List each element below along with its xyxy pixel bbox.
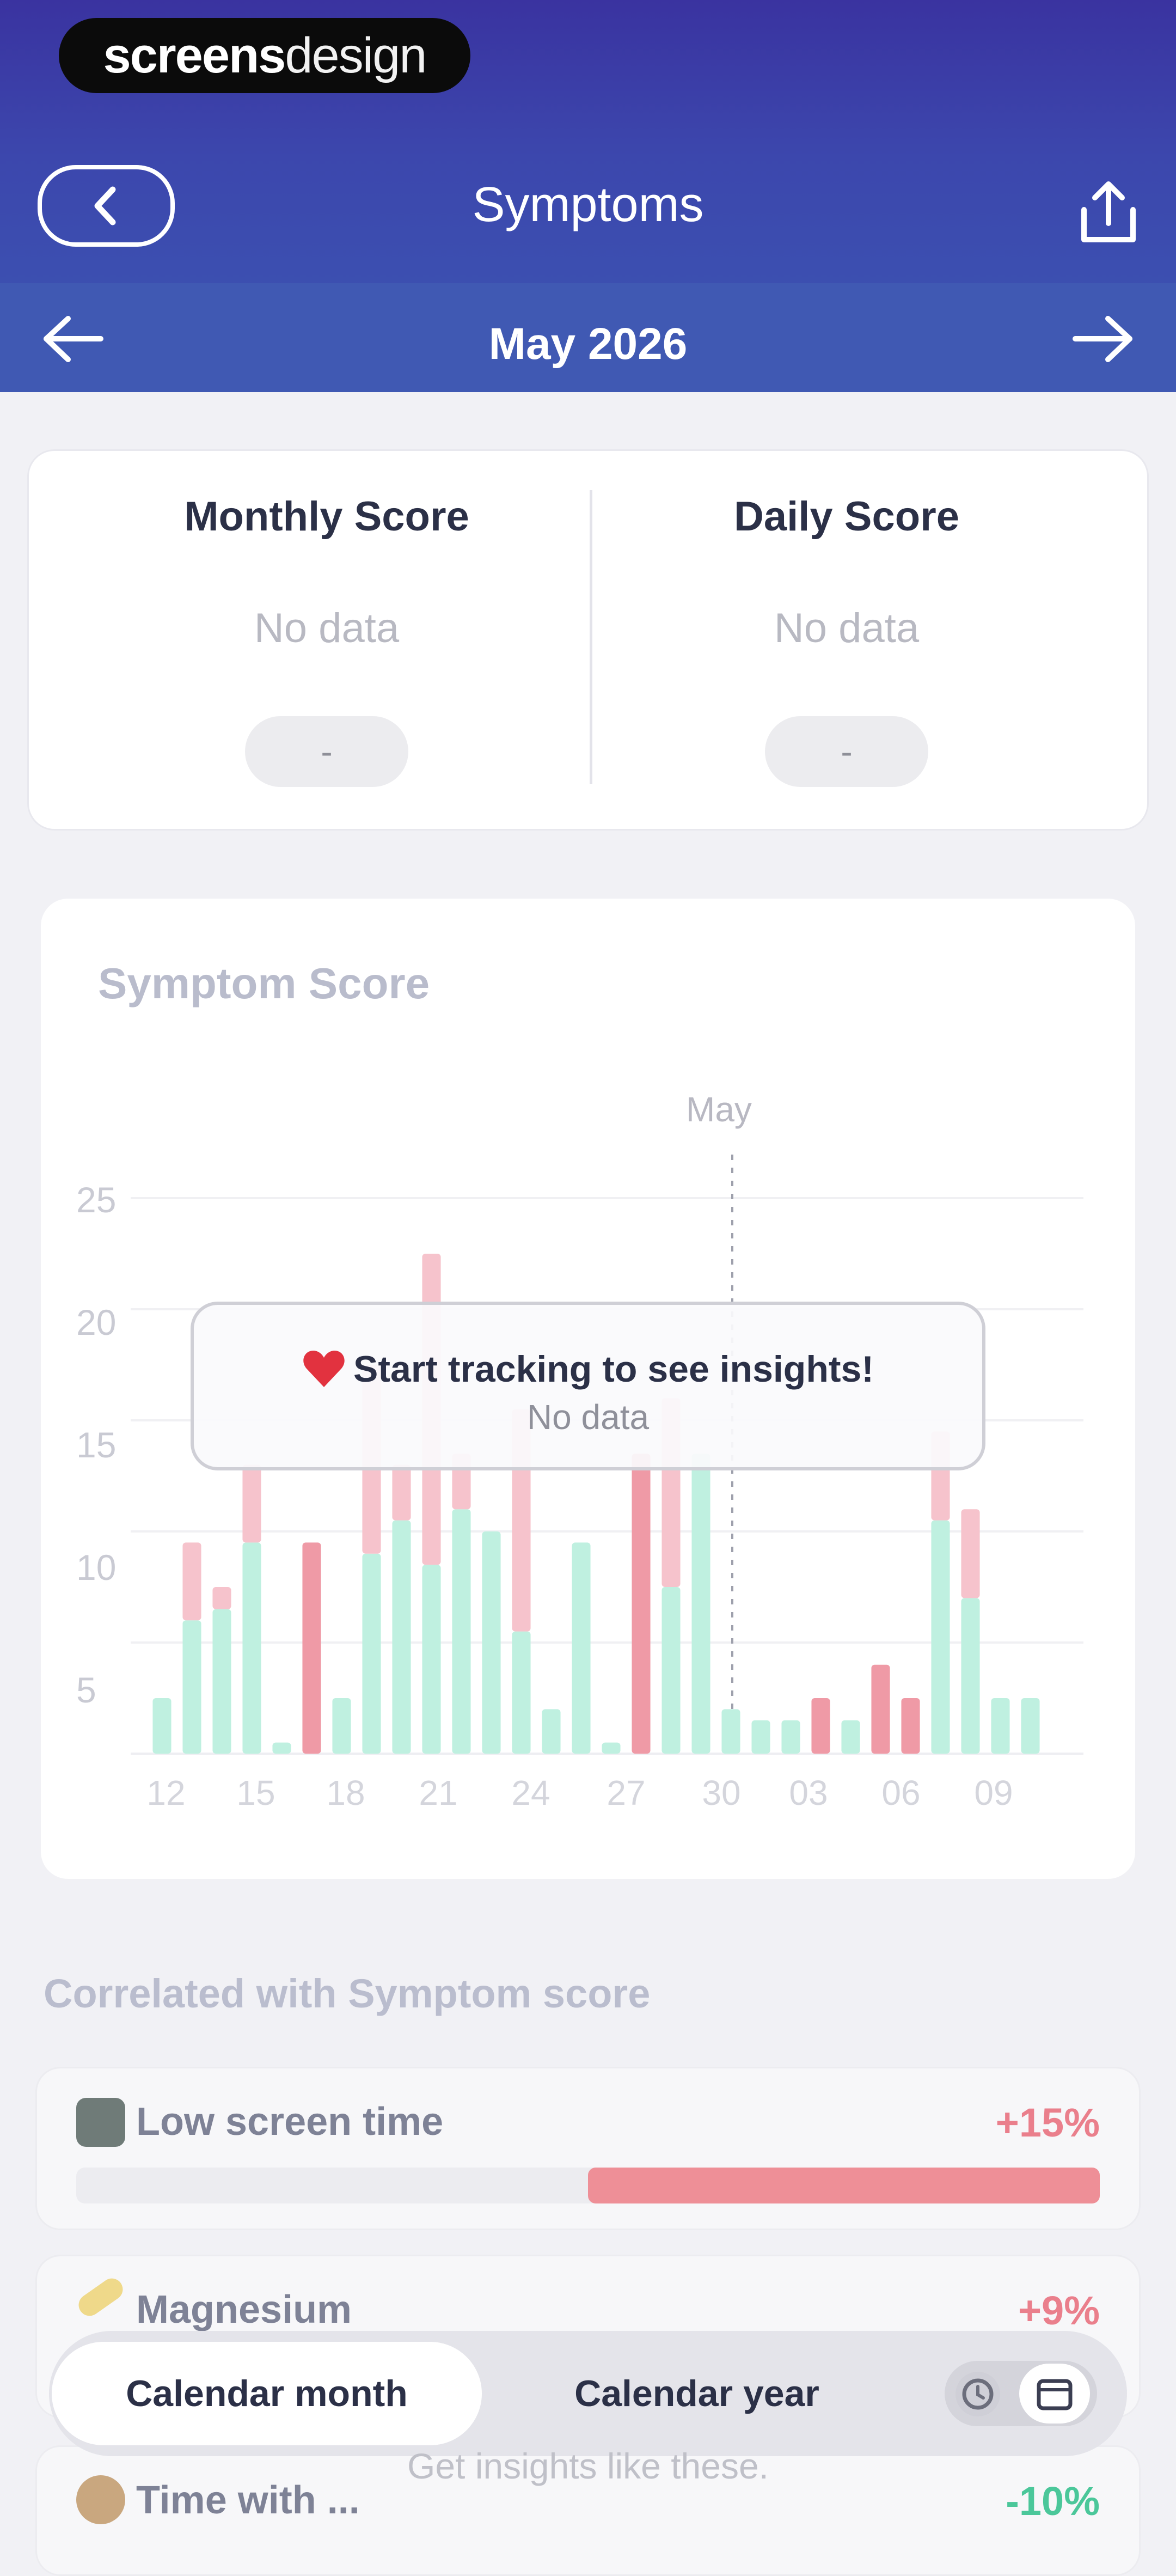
x-tick-label: 12: [146, 1773, 186, 1812]
chart-bar-base: [841, 1720, 860, 1754]
correlation-value: +15%: [995, 2100, 1100, 2145]
chart-bar-base: [751, 1720, 770, 1754]
chart-bar-base: [931, 1520, 950, 1754]
x-tick-label: 15: [236, 1773, 275, 1812]
chart-bar-top: [901, 1698, 920, 1754]
correlation-value: +9%: [1018, 2288, 1100, 2333]
insights-hint: Get insights like these.: [407, 2446, 769, 2486]
chart-bar-base: [332, 1698, 351, 1754]
chart-bar-base: [452, 1509, 471, 1754]
chart-bar-base: [991, 1698, 1010, 1754]
x-tick-label: 18: [326, 1773, 365, 1812]
chart-bar-base: [512, 1631, 531, 1754]
chart-bar-top: [961, 1509, 980, 1598]
chart-bar-top: [212, 1587, 231, 1609]
chart-bar-top: [811, 1698, 830, 1754]
chart-bar-base: [362, 1553, 381, 1754]
chart-bar-base: [272, 1742, 291, 1754]
x-tick-label: 06: [881, 1773, 921, 1812]
x-tick-label: 24: [511, 1773, 550, 1812]
chart-bar-base: [152, 1698, 171, 1754]
tab-calendar-year[interactable]: Calendar year: [517, 2342, 877, 2445]
chart-bar-base: [182, 1620, 201, 1754]
chart-bar-top: [871, 1664, 890, 1754]
chart-bar-base: [691, 1454, 710, 1754]
x-tick-label: 03: [789, 1773, 828, 1812]
overlay-title-text: Start tracking to see insights!: [353, 1348, 874, 1390]
chart-bar-base: [661, 1587, 681, 1754]
chart-bar-base: [781, 1720, 800, 1754]
correlation-label: Magnesium: [136, 2288, 352, 2331]
x-tick-label: 21: [419, 1773, 458, 1812]
chart-bar-base: [212, 1609, 231, 1754]
chart-bar-top: [182, 1542, 201, 1621]
chart-bar-base: [422, 1565, 441, 1754]
chart-bar-base: [482, 1531, 501, 1754]
calendar-icon: [1037, 2379, 1073, 2410]
chart-bar-base: [392, 1520, 411, 1754]
x-tick-label: 09: [974, 1773, 1013, 1812]
chart-bar-base: [1021, 1698, 1040, 1754]
chart-bar-top: [632, 1454, 651, 1754]
symptom-score-chart: [131, 1155, 1083, 1755]
overlay-title: Start tracking to see insights!: [0, 1348, 1176, 1390]
chart-bar-top: [302, 1542, 321, 1754]
clock-icon: [962, 2378, 994, 2410]
chart-bar-base: [721, 1709, 740, 1754]
chart-bar-base: [542, 1709, 561, 1754]
chart-bar-base: [961, 1598, 980, 1754]
chart-bar-top: [242, 1464, 261, 1543]
calendar-view-button[interactable]: [1019, 2364, 1090, 2424]
correlation-card[interactable]: [35, 2067, 1141, 2230]
chart-bar-base: [602, 1742, 621, 1754]
x-tick-label: 27: [607, 1773, 646, 1812]
chart-bar-base: [572, 1542, 591, 1754]
chart-bar-base: [242, 1542, 261, 1754]
correlation-bar-fill: [588, 2168, 1100, 2203]
chart-bar-top: [392, 1464, 411, 1521]
correlations-heading: Correlated with Symptom score: [44, 1971, 651, 2016]
overlay-subtitle: No data: [526, 1397, 650, 1437]
clock-view-button[interactable]: [955, 2372, 1000, 2416]
correlation-label: Low screen time: [136, 2100, 444, 2144]
phone-icon: [76, 2098, 125, 2147]
tab-calendar-month[interactable]: Calendar month: [52, 2342, 482, 2445]
heart-icon: [303, 1350, 345, 1387]
x-tick-label: 30: [702, 1773, 741, 1812]
